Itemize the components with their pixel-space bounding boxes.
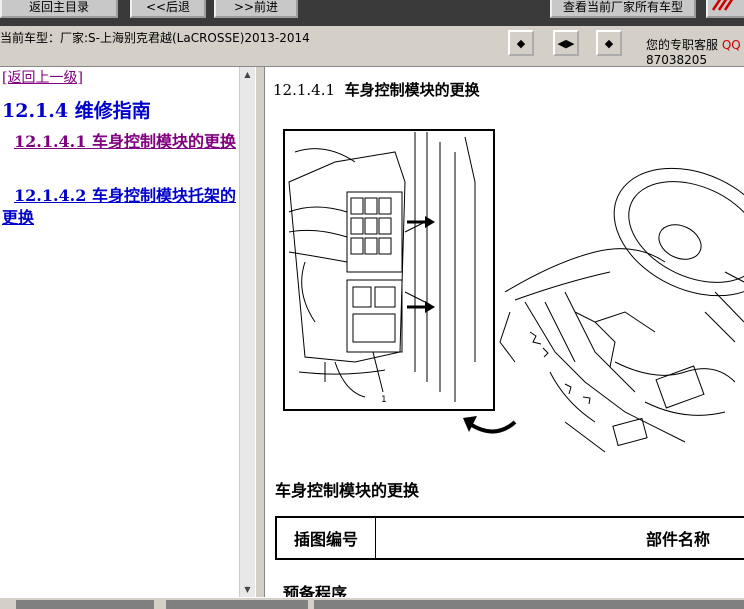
bcm-location-illustration: 1 [265,122,744,462]
parts-table: 插图编号 部件名称 [275,516,744,560]
pane-splitter[interactable] [255,67,265,597]
column-header-part-name: 部件名称 [376,517,744,559]
back-up-link[interactable]: [返回上一级] [2,67,83,87]
logo-icon[interactable] [706,0,744,18]
nav-item-label: 车身控制模块的更换 [92,132,236,151]
nav-item-number: 12.1.4.2 [2,186,86,205]
figure-callout-number: 1 [381,395,387,405]
bottom-scrollbar-strip [0,597,744,609]
nav-link-bcm-bracket-replacement[interactable]: 12.1.4.2 车身控制模块托架的更换 [2,185,237,229]
info-bar: 当前车型：厂家:S-上海别克君越(LaCROSSE)2013-2014 ◆ ◀▶… [0,26,744,67]
home-button[interactable]: 返回主目录 [0,0,118,18]
top-toolbar: 返回主目录 <<后退 >>前进 查看当前厂家所有车型 [0,0,744,26]
customer-service-number: 87038205 [646,53,707,67]
heading-text: 车身控制模块的更换 [345,81,480,99]
table-header-row: 插图编号 部件名称 [276,517,744,559]
left-scrollbar[interactable]: ▲ ▼ [239,67,255,597]
preparation-label: 预备程序 [283,580,347,597]
split-arrows-icon: ◀▶ [558,37,575,50]
nav-link-bcm-replacement[interactable]: 12.1.4.1 车身控制模块的更换 [2,131,237,153]
layout-both-button[interactable]: ◀▶ [553,30,579,56]
customer-service-text: 您的专职客服 [646,38,718,52]
page-title: 12.1.4.1 车身控制模块的更换 [273,79,480,100]
layout-right-button[interactable]: ◆ [596,30,622,56]
back-button[interactable]: <<后退 [130,0,206,18]
customer-service-label: 您的专职客服 QQ [646,36,741,53]
all-models-button[interactable]: 查看当前厂家所有车型 [550,0,696,18]
left-nav-pane: [返回上一级] 12.1.4 维修指南 12.1.4.1 车身控制模块的更换 1… [0,67,255,597]
heading-number: 12.1.4.1 [273,81,335,99]
content-pane: 12.1.4.1 车身控制模块的更换 1 [265,67,744,597]
arrow-icon: ◆ [605,37,613,50]
arrow-icon: ◆ [517,37,525,50]
qq-link[interactable]: QQ [722,38,741,52]
scroll-down-icon[interactable]: ▼ [240,582,255,597]
procedure-title: 车身控制模块的更换 [275,477,419,501]
scroll-up-icon[interactable]: ▲ [240,67,255,82]
section-title: 12.1.4 维修指南 [2,96,151,123]
nav-item-number: 12.1.4.1 [2,132,86,151]
forward-button[interactable]: >>前进 [214,0,298,18]
layout-left-button[interactable]: ◆ [508,30,534,56]
column-header-figure-number: 插图编号 [276,517,376,559]
current-vehicle-label: 当前车型：厂家:S-上海别克君越(LaCROSSE)2013-2014 [0,29,310,46]
